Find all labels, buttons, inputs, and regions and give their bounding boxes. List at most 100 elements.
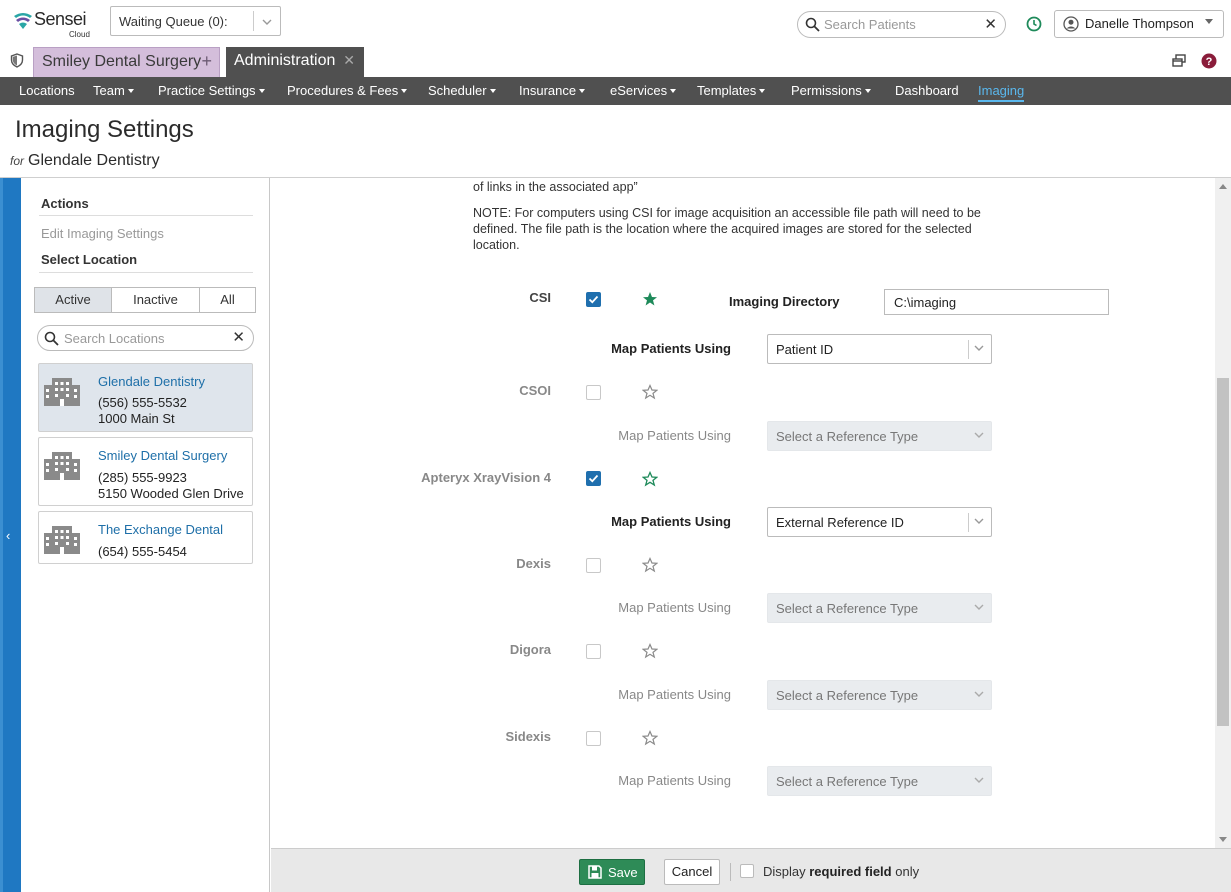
default-star-icon[interactable]: [642, 384, 658, 400]
default-star-icon[interactable]: [642, 643, 658, 659]
cancel-button[interactable]: Cancel: [664, 859, 720, 885]
intro-text: of links in the associated app”: [473, 180, 638, 194]
location-phone: (556) 555-5532: [98, 395, 187, 410]
tab-administration-label: Administration: [234, 52, 336, 69]
nav-team[interactable]: Team: [93, 83, 134, 98]
location-search-input[interactable]: Search Locations ✕: [37, 325, 254, 351]
svg-text:?: ?: [1206, 56, 1213, 68]
csoi-map-select[interactable]: Select a Reference Type: [767, 421, 992, 451]
caret-down-icon: [258, 89, 265, 93]
nav-practice-settings[interactable]: Practice Settings: [158, 83, 265, 98]
filter-inactive[interactable]: Inactive: [112, 288, 200, 312]
tab-practice[interactable]: Smiley Dental Surgery +: [33, 47, 220, 77]
filter-active[interactable]: Active: [35, 288, 112, 312]
required-only-checkbox[interactable]: [740, 864, 754, 878]
csi-checkbox[interactable]: [586, 292, 601, 307]
user-avatar-icon: [1063, 16, 1079, 32]
nav-scheduler[interactable]: Scheduler: [428, 83, 496, 98]
tab-practice-label: Smiley Dental Surgery: [42, 53, 202, 70]
help-icon[interactable]: ?: [1201, 53, 1217, 69]
digora-map-select[interactable]: Select a Reference Type: [767, 680, 992, 710]
chevron-down-icon: [974, 345, 984, 351]
patient-search-input[interactable]: Search Patients ✕: [797, 11, 1006, 38]
caret-down-icon: [864, 89, 871, 93]
dexis-checkbox[interactable]: [586, 558, 601, 573]
imaging-settings-content: of links in the associated app” NOTE: Fo…: [271, 178, 1215, 848]
nav-dashboard[interactable]: Dashboard: [895, 83, 959, 98]
admin-nav-bar: Locations Team Practice Settings Procedu…: [0, 77, 1231, 105]
close-icon[interactable]: ✕: [343, 52, 355, 69]
utility-icons: ?: [1171, 53, 1217, 74]
select-placeholder: Select a Reference Type: [776, 774, 919, 789]
default-star-icon-filled[interactable]: [642, 291, 658, 307]
nav-imaging[interactable]: Imaging: [978, 83, 1025, 102]
strip-edge: [0, 178, 3, 892]
sidexis-checkbox[interactable]: [586, 731, 601, 746]
location-card[interactable]: The Exchange Dental (654) 555-5454: [38, 511, 253, 564]
apteryx-checkbox[interactable]: [586, 471, 601, 486]
location-name: Smiley Dental Surgery: [98, 448, 228, 463]
tab-administration[interactable]: Administration ✕: [226, 47, 364, 77]
clear-search-icon[interactable]: ✕: [232, 328, 245, 346]
caret-down-icon: [579, 89, 586, 93]
user-menu-button[interactable]: Danelle Thompson: [1054, 10, 1224, 38]
map-patients-label: Map Patients Using: [618, 773, 731, 788]
main-scrollbar[interactable]: [1215, 178, 1231, 848]
floppy-disk-icon: [588, 865, 602, 879]
nav-permissions[interactable]: Permissions: [791, 83, 871, 98]
save-button[interactable]: Save: [579, 859, 645, 885]
chevron-down-icon: [974, 777, 984, 783]
building-icon: [44, 526, 80, 554]
app-logo[interactable]: Sensei Cloud: [12, 8, 98, 40]
dexis-map-select[interactable]: Select a Reference Type: [767, 593, 992, 623]
scroll-up-icon[interactable]: [1219, 184, 1227, 189]
sidexis-map-select[interactable]: Select a Reference Type: [767, 766, 992, 796]
nav-eservices[interactable]: eServices: [610, 83, 677, 98]
imaging-directory-input[interactable]: C:\imaging: [884, 289, 1109, 315]
default-star-icon[interactable]: [642, 730, 658, 746]
nav-procedures-fees[interactable]: Procedures & Fees: [287, 83, 408, 98]
default-star-icon[interactable]: [642, 471, 658, 487]
edit-imaging-settings-link[interactable]: Edit Imaging Settings: [41, 226, 164, 241]
shield-icon[interactable]: [10, 53, 24, 68]
scroll-thumb[interactable]: [1217, 378, 1229, 726]
chevron-left-icon[interactable]: ‹: [6, 528, 10, 543]
filter-all[interactable]: All: [200, 288, 255, 312]
apteryx-map-select[interactable]: External Reference ID: [767, 507, 992, 537]
top-bar: Sensei Cloud Waiting Queue (0): Search P…: [0, 0, 1231, 46]
user-name: Danelle Thompson: [1085, 16, 1194, 31]
default-star-icon[interactable]: [642, 557, 658, 573]
nav-label: Imaging: [978, 83, 1025, 98]
check-icon: [588, 295, 599, 304]
map-patients-label: Map Patients Using: [611, 341, 731, 356]
location-card[interactable]: Smiley Dental Surgery (285) 555-9923 515…: [38, 437, 253, 506]
page-subtitle: for Glendale Dentistry: [10, 152, 160, 170]
sidebar-collapse-strip[interactable]: ‹: [0, 178, 21, 892]
location-phone: (654) 555-5454: [98, 544, 187, 559]
integration-label-apteryx: Apteryx XrayVision 4: [421, 470, 551, 485]
search-icon: [44, 331, 59, 346]
map-patients-label: Map Patients Using: [611, 514, 731, 529]
label-suffix: only: [895, 864, 920, 879]
nav-label: Procedures & Fees: [287, 83, 399, 98]
logo-subtext: Cloud: [69, 30, 90, 39]
nav-templates[interactable]: Templates: [697, 83, 766, 98]
patient-search-placeholder: Search Patients: [824, 17, 916, 32]
nav-label: Insurance: [519, 83, 577, 98]
plus-icon[interactable]: +: [201, 51, 212, 72]
check-icon: [588, 474, 599, 483]
location-card[interactable]: Glendale Dentistry (556) 555-5532 1000 M…: [38, 363, 253, 432]
scroll-down-icon[interactable]: [1219, 837, 1227, 842]
csoi-checkbox[interactable]: [586, 385, 601, 400]
clock-icon[interactable]: [1026, 16, 1042, 32]
nav-locations[interactable]: Locations: [19, 83, 75, 98]
waiting-queue-dropdown[interactable]: Waiting Queue (0):: [110, 6, 281, 36]
location-search-placeholder: Search Locations: [64, 331, 165, 346]
select-separator: [968, 513, 969, 532]
digora-checkbox[interactable]: [586, 644, 601, 659]
windows-icon[interactable]: [1171, 53, 1187, 69]
chevron-down-icon: [262, 19, 272, 25]
csi-map-select[interactable]: Patient ID: [767, 334, 992, 364]
clear-search-icon[interactable]: ✕: [984, 15, 997, 33]
nav-insurance[interactable]: Insurance: [519, 83, 586, 98]
